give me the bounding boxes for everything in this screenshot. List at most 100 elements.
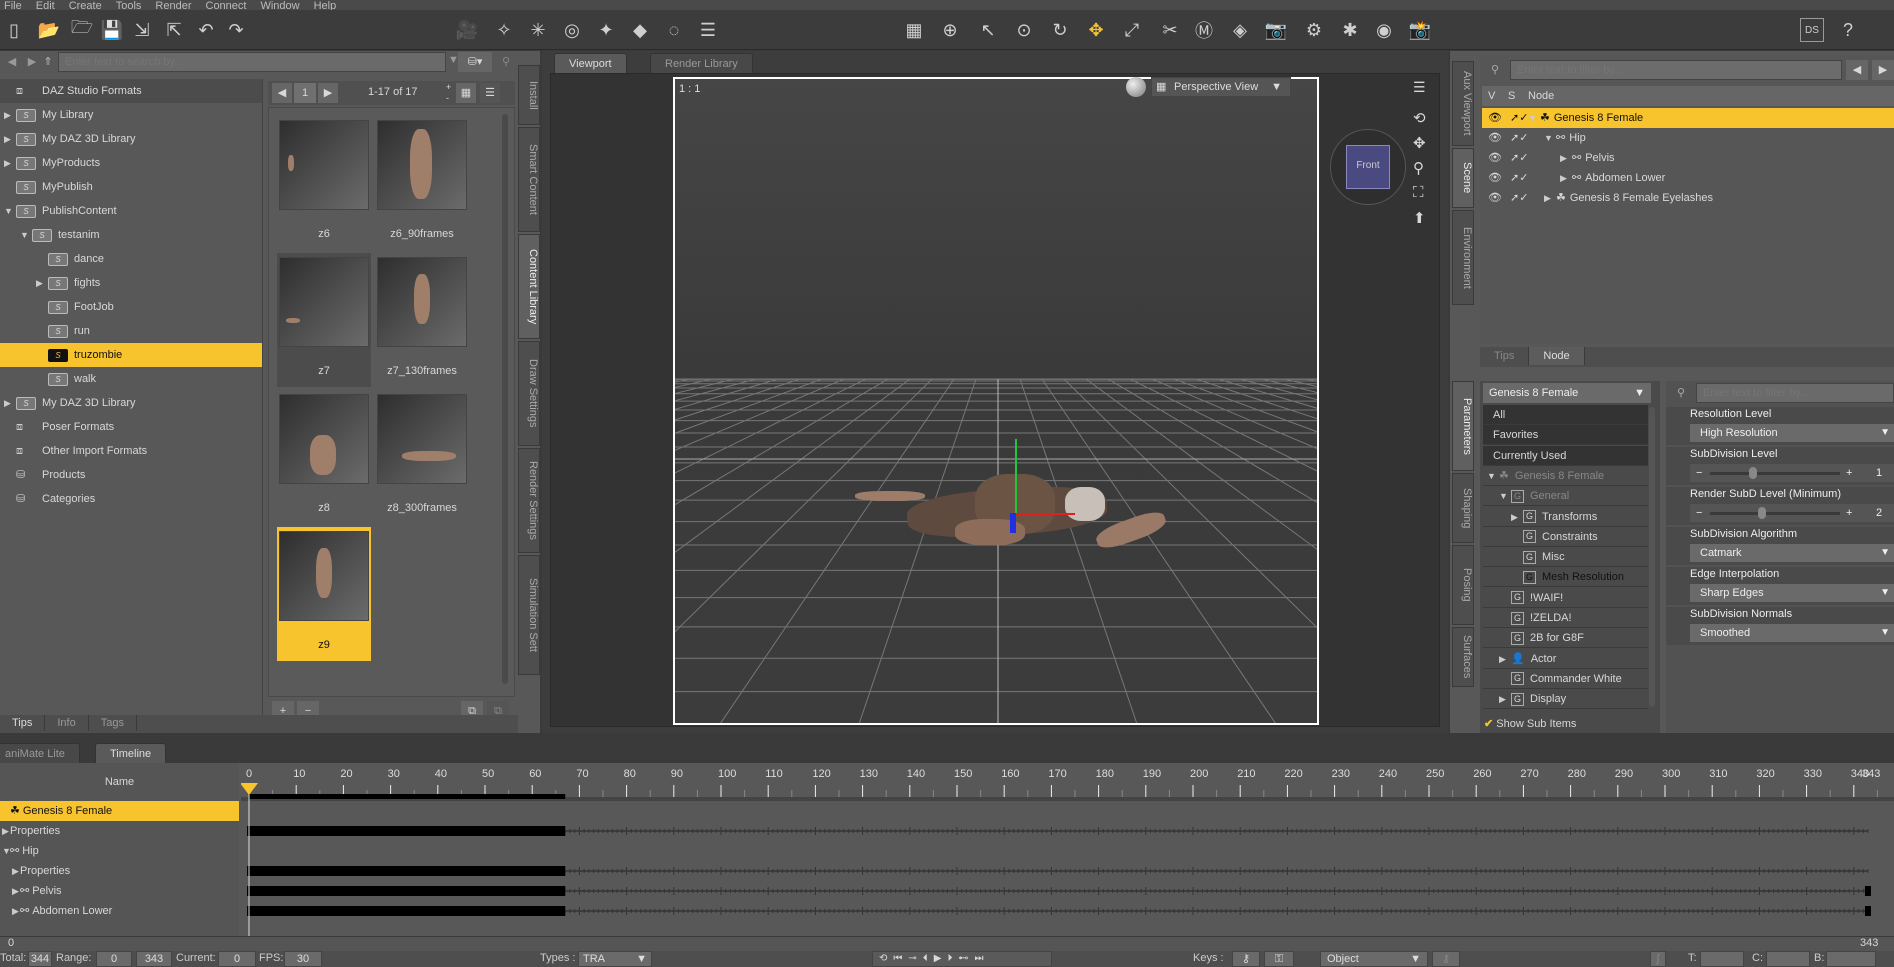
tab-install[interactable]: Install [518,65,540,125]
expand-arrow-icon[interactable]: ▶ [4,151,16,175]
thumbnail-item[interactable]: z6 [277,116,371,250]
tree-item[interactable]: S FootJob [0,295,262,319]
thumbnail-item[interactable]: z8_300frames [375,390,469,524]
curve-icon[interactable]: ∫ [1650,951,1666,967]
menu-tools[interactable]: Tools [116,0,142,10]
scrollbar[interactable] [502,114,508,684]
property-group-item[interactable]: ▼ G General [1483,486,1648,507]
tree-item[interactable]: ⧈ DAZ Studio Formats [0,79,262,103]
property-select[interactable]: Smoothed ▼ [1690,624,1894,642]
database-icon[interactable]: ⛁▾ [458,52,492,72]
tab-parameters[interactable]: Parameters [1452,381,1474,471]
selectable-cursor-icon[interactable]: ➚✓ [1510,128,1528,148]
property-group-item[interactable]: G !ZELDA! [1483,608,1648,628]
menu-file[interactable]: File [4,0,22,10]
expand-arrow-icon[interactable]: ▶ [2,821,10,841]
zoom-out-icon[interactable]: - [446,93,449,103]
collapse-arrow-icon[interactable]: ▼ [4,199,16,223]
universal-tool-grid-icon[interactable]: ▦ [900,16,928,44]
tree-item[interactable]: Swalk [0,367,262,391]
show-sub-items-checkbox[interactable]: ✔ Show Sub Items [1484,715,1576,733]
expand-arrow-icon[interactable]: ▶ [4,391,16,415]
tab-node[interactable]: Node [1529,347,1585,365]
node-weight-icon[interactable]: ◈ [1226,16,1254,44]
render-camera-icon[interactable]: 📷 [1262,16,1290,44]
expand-arrow-icon[interactable]: ▶ [4,127,16,151]
menu-render[interactable]: Render [155,0,191,10]
bias-field[interactable] [1826,951,1876,967]
end-keyframe[interactable] [1864,906,1871,916]
go-to-start-icon[interactable]: ⏮ [893,953,908,964]
tree-item[interactable]: ▼ S PublishContent [0,199,262,223]
playback-controls[interactable]: ⟲⏮⊸⏴▶⏵⊷⏭ [872,951,1052,967]
property-value[interactable]: 2 [1876,504,1882,522]
expand-arrow-icon[interactable]: ▶ [1499,689,1511,709]
visibility-eye-icon[interactable]: 👁 [1488,148,1502,168]
open-file-icon[interactable]: 📂 [35,16,63,44]
step-forward-icon[interactable]: ⏵ [947,953,958,964]
node-selection-icon[interactable]: ⊕ [936,16,964,44]
selectable-cursor-icon[interactable]: ➚✓ [1510,168,1528,188]
selectable-cursor-icon[interactable]: ➚✓ [1510,148,1528,168]
expand-arrow-icon[interactable]: ▶ [12,881,20,901]
expand-arrow-icon[interactable]: ▶ [36,271,48,295]
tab-posing[interactable]: Posing [1452,545,1474,625]
expand-arrow-icon[interactable]: ▼ [1499,486,1511,506]
tree-item[interactable]: ▶ S MyProducts [0,151,262,175]
rotate-icon[interactable]: ↻ [1046,16,1074,44]
menu-edit[interactable]: Edit [36,0,55,10]
property-group-item[interactable]: Currently Used [1483,445,1648,466]
tab-draw-settings[interactable]: Draw Settings [518,341,540,446]
playhead-marker[interactable] [241,783,258,795]
tree-item[interactable]: ▶ Sfights [0,271,262,295]
slider-handle[interactable] [1748,467,1757,479]
expand-arrow-icon[interactable]: ▶ [1499,649,1511,669]
range-end-field[interactable]: 343 [136,951,172,967]
timeline-track[interactable]: ▶Properties [0,861,239,881]
property-group-item[interactable]: ▶ G Transforms [1483,506,1648,527]
tree-item[interactable]: ▶ S My DAZ 3D Library [0,391,262,415]
property-group-item[interactable]: G !WAIF! [1483,587,1648,608]
menu-help[interactable]: Help [314,0,337,10]
property-group-item[interactable]: G Commander White [1483,668,1648,689]
property-group-item[interactable]: ▶ 👤 Actor [1483,648,1648,669]
node-select[interactable]: Genesis 8 Female ▼ [1483,383,1651,403]
property-group-item[interactable]: G 2B for G8F [1483,628,1648,649]
timeline-track[interactable]: ▶⚯ Abdomen Lower [0,901,239,921]
scene-node[interactable]: 👁 ➚✓ ▶ ☘ Genesis 8 Female Eyelashes [1482,188,1894,208]
zoom-icon[interactable]: ⚲ [1413,159,1424,177]
scene-filter-input[interactable] [1510,60,1842,80]
tab-content-library[interactable]: Content Library [518,234,540,339]
property-select[interactable]: Sharp Edges ▼ [1690,584,1894,602]
keyframe-block[interactable] [247,866,566,876]
expand-arrow-icon[interactable]: ▶ [1560,168,1572,188]
reset-view-icon[interactable]: ⬆ [1413,209,1426,227]
timeline-track[interactable]: ▶⚯ Pelvis [0,881,239,901]
viewport-menu-icon[interactable]: ☰ [1413,79,1426,96]
scene-node[interactable]: 👁 ➚✓ ▶ ⚯ Abdomen Lower [1482,168,1894,188]
pan-icon[interactable]: ✥ [1413,134,1426,152]
tree-item[interactable]: ⧈ Other Import Formats [0,439,262,463]
property-group-item[interactable]: ▶ G Display [1483,689,1648,710]
visibility-eye-icon[interactable]: 👁 [1488,128,1502,148]
create-spotlight-icon[interactable]: ✧ [490,16,518,44]
timeline-track[interactable]: ▼⚯ Hip [0,841,239,861]
tree-item[interactable]: ⛁ Products [0,463,262,487]
menu-window[interactable]: Window [260,0,299,10]
render-settings-icon[interactable]: ⚙ [1300,16,1328,44]
property-group-item[interactable]: G Misc [1483,547,1648,568]
property-select[interactable]: High Resolution ▼ [1690,424,1894,442]
iray-render-icon[interactable]: ✱ [1336,16,1364,44]
next-page-icon[interactable]: ▶ [318,83,338,103]
collapse-icon[interactable]: ◀ [1846,60,1868,80]
tab-tags[interactable]: Tags [89,715,137,731]
thumbnail-item[interactable]: z7_130frames [375,253,469,387]
expand-arrow-icon[interactable]: ▶ [1560,148,1572,168]
step-back-icon[interactable]: ⏴ [923,953,934,964]
tab-viewport[interactable]: Viewport [554,53,627,73]
continuity-field[interactable] [1766,951,1810,967]
expand-arrow-icon[interactable]: ▶ [1511,507,1523,527]
tab-scene[interactable]: Scene [1452,148,1474,208]
save-icon[interactable]: 💾 [98,16,126,44]
visibility-eye-icon[interactable]: 👁 [1488,108,1502,128]
